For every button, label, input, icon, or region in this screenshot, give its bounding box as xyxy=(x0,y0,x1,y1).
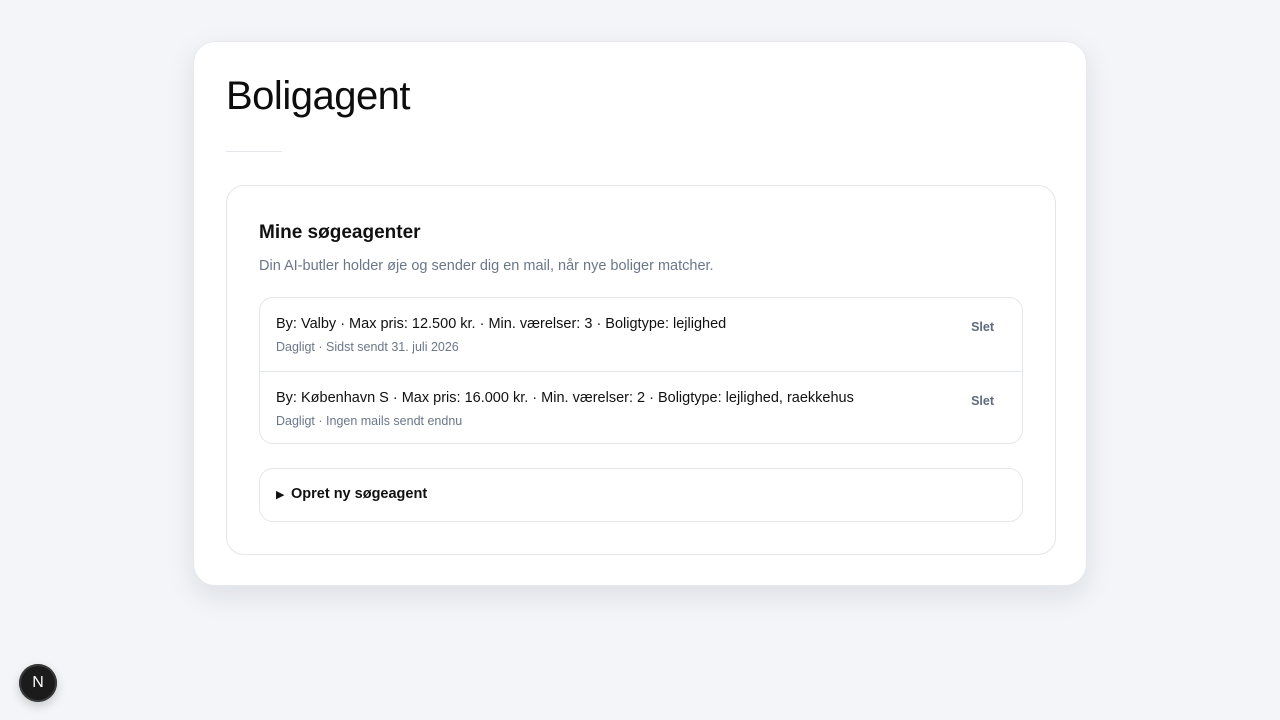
nextjs-logo-icon[interactable]: N xyxy=(19,664,57,702)
agents-panel: Mine søgeagenter Din AI-butler holder øj… xyxy=(226,185,1056,555)
panel-title: Mine søgeagenter xyxy=(259,222,421,243)
agent-row: By: Valby · Max pris: 12.500 kr. · Min. … xyxy=(260,298,1022,371)
disclosure-triangle-icon: ▶ xyxy=(276,489,285,501)
panel-subtitle: Din AI-butler holder øje og sender dig e… xyxy=(259,258,714,274)
delete-button[interactable]: Slet xyxy=(971,320,994,334)
dev-badge-letter: N xyxy=(32,674,44,691)
agent-criteria: By: København S · Max pris: 16.000 kr. ·… xyxy=(276,390,854,406)
main-card: Boligagent Mine søgeagenter Din AI-butle… xyxy=(193,41,1087,586)
create-agent-disclosure[interactable]: ▶ Opret ny søgeagent xyxy=(259,468,1023,522)
delete-button[interactable]: Slet xyxy=(971,394,994,408)
agent-row: By: København S · Max pris: 16.000 kr. ·… xyxy=(260,371,1022,443)
agent-criteria: By: Valby · Max pris: 12.500 kr. · Min. … xyxy=(276,316,727,332)
agent-meta: Dagligt · Ingen mails sendt endnu xyxy=(276,414,463,428)
agent-meta: Dagligt · Sidst sendt 31. juli 2026 xyxy=(276,340,459,354)
agent-list: By: Valby · Max pris: 12.500 kr. · Min. … xyxy=(259,297,1023,444)
page-title: Boligagent xyxy=(226,74,411,118)
create-agent-label: Opret ny søgeagent xyxy=(291,486,428,502)
title-divider xyxy=(226,151,282,152)
